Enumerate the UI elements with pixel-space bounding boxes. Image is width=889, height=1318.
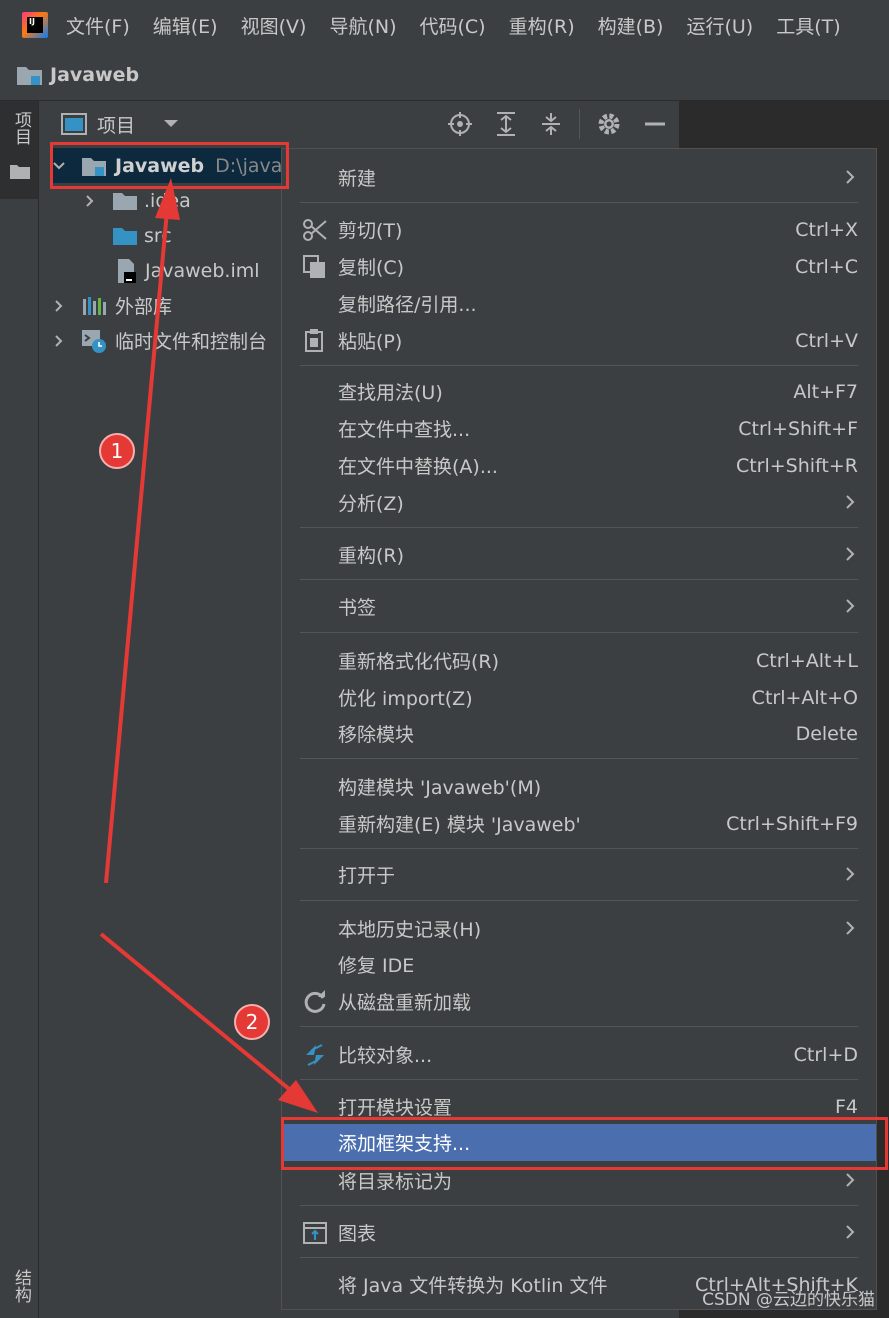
annotation-arrows [99,178,318,1113]
annotation-arrow-2 [99,932,318,1113]
watermark: CSDN @云边的快乐猫 [702,1290,875,1310]
annotation-arrow-1 [104,178,180,884]
step-badge-2: 2 [234,1004,270,1040]
step-badge-1: 1 [99,433,135,469]
